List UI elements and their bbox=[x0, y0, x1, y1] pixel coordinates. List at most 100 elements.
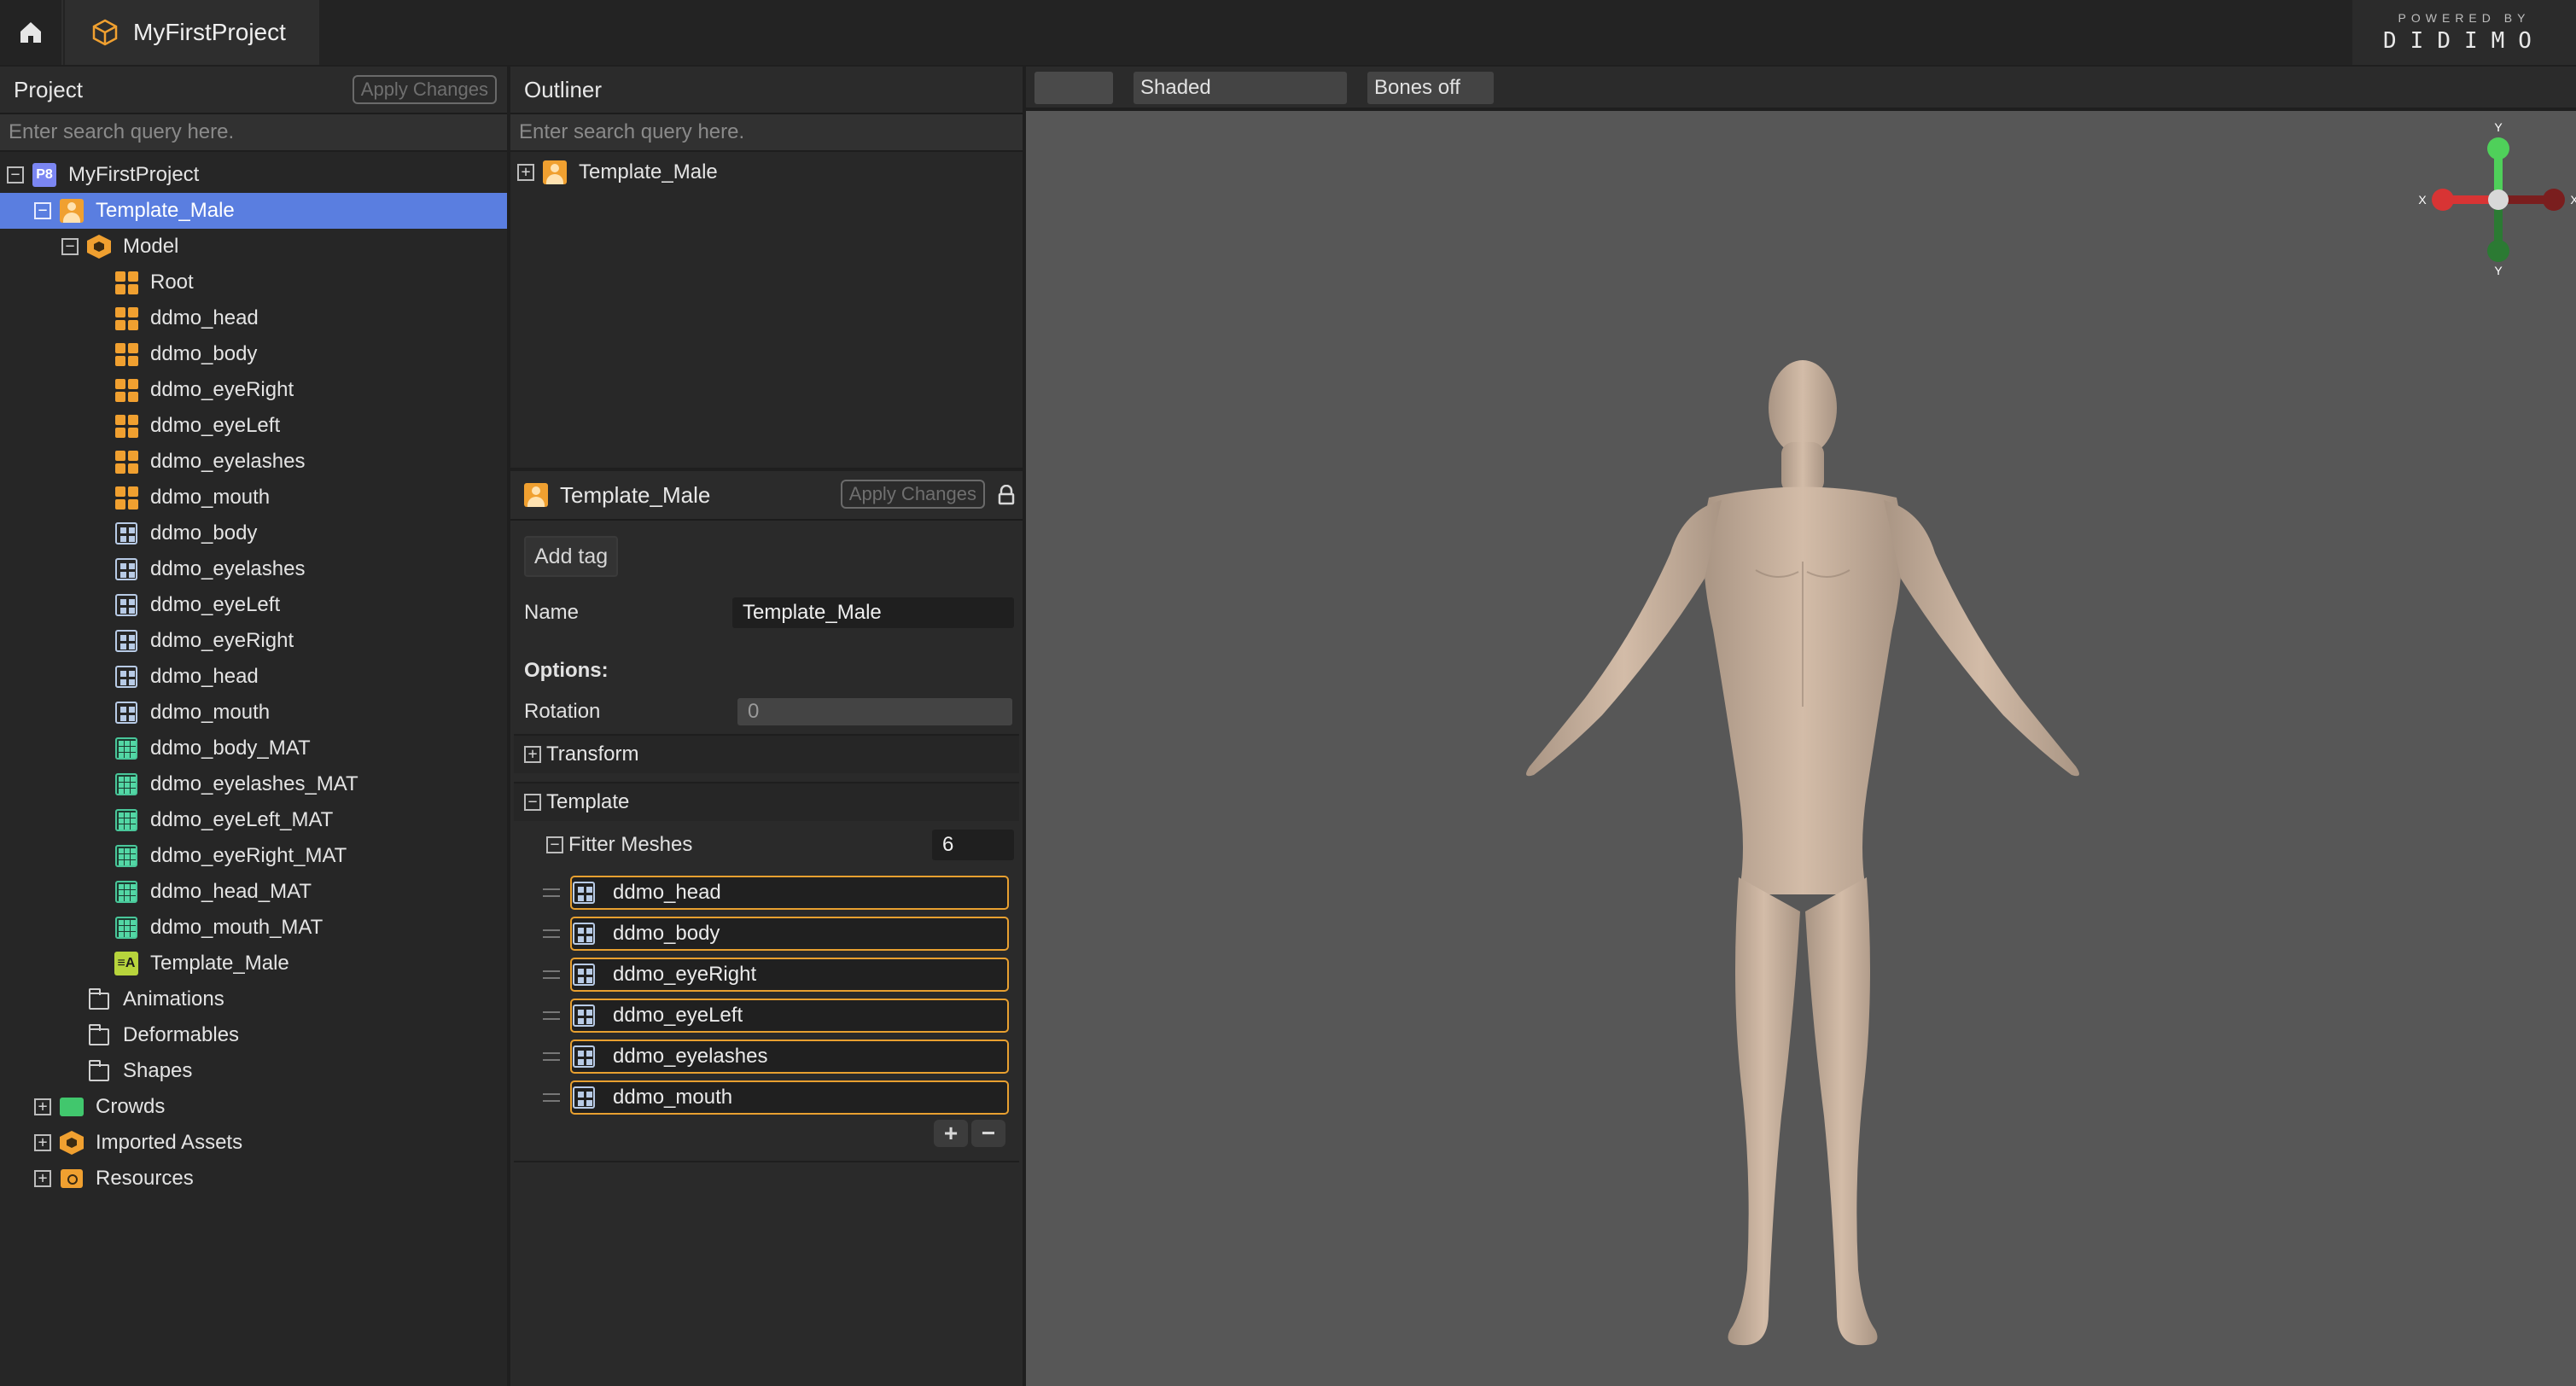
template-collapse-toggle[interactable]: − bbox=[524, 794, 541, 811]
project-tree-item[interactable]: Shapes bbox=[0, 1053, 507, 1089]
fitter-mesh-slot[interactable]: ddmo_eyeLeft bbox=[570, 999, 1009, 1033]
expand-toggle[interactable]: + bbox=[517, 164, 534, 181]
outliner-search-input[interactable]: Enter search query here. bbox=[510, 114, 1023, 152]
project-tree-item[interactable]: ddmo_body bbox=[0, 515, 507, 551]
project-tree-item[interactable]: ddmo_eyelashes bbox=[0, 444, 507, 480]
project-tree-item[interactable]: − P8 MyFirstProject bbox=[0, 157, 507, 193]
project-tree-item[interactable]: ddmo_mouth bbox=[0, 480, 507, 515]
fitter-mesh-slot[interactable]: ddmo_mouth bbox=[570, 1080, 1009, 1115]
fitter-mesh-row: ddmo_body bbox=[543, 913, 1021, 954]
project-tree-item[interactable]: ddmo_head bbox=[0, 659, 507, 695]
project-tree-item[interactable]: Root bbox=[0, 265, 507, 300]
project-tree-item[interactable]: ddmo_mouth_MAT bbox=[0, 910, 507, 946]
project-tree-item-label: ddmo_body bbox=[150, 342, 258, 365]
lock-icon[interactable] bbox=[997, 485, 1016, 505]
home-icon bbox=[20, 22, 41, 43]
drag-handle-icon[interactable] bbox=[543, 1052, 560, 1061]
fitter-mesh-slot[interactable]: ddmo_eyelashes bbox=[570, 1040, 1009, 1074]
node-orange-icon bbox=[114, 271, 138, 294]
gizmo-x-right-label: X bbox=[2570, 193, 2576, 207]
project-tree-item[interactable]: Animations bbox=[0, 981, 507, 1017]
expand-toggle[interactable]: + bbox=[34, 1134, 51, 1151]
expand-toggle[interactable]: + bbox=[34, 1098, 51, 1115]
fitter-meshes-label: Fitter Meshes bbox=[568, 833, 693, 856]
project-search-input[interactable]: Enter search query here. bbox=[0, 114, 507, 152]
drag-handle-icon[interactable] bbox=[543, 1011, 560, 1020]
node-orange-icon bbox=[114, 414, 138, 438]
node-orange-icon bbox=[114, 342, 138, 366]
add-mesh-button[interactable]: + bbox=[934, 1120, 968, 1147]
drag-handle-icon[interactable] bbox=[543, 888, 560, 897]
fitter-meshes-collapse-toggle[interactable]: − bbox=[546, 836, 563, 853]
drag-handle-icon[interactable] bbox=[543, 1093, 560, 1102]
project-tree-item-label: ddmo_body bbox=[150, 521, 258, 544]
outliner-item[interactable]: + Template_Male bbox=[510, 157, 1023, 188]
orientation-gizmo[interactable]: Y Y X X bbox=[2417, 123, 2576, 277]
project-tree-item[interactable]: ≡A Template_Male bbox=[0, 946, 507, 981]
camera-dropdown[interactable] bbox=[1034, 72, 1113, 104]
shading-mode-dropdown[interactable]: Shaded bbox=[1134, 72, 1347, 104]
template-section-header[interactable]: − Template bbox=[514, 782, 1019, 821]
collapse-toggle[interactable]: − bbox=[7, 166, 24, 183]
fitter-meshes-count-field[interactable]: 6 bbox=[932, 830, 1014, 860]
project-tree-item[interactable]: Deformables bbox=[0, 1017, 507, 1053]
project-tree-item[interactable]: ddmo_eyelashes bbox=[0, 551, 507, 587]
project-tree-item[interactable]: ddmo_eyeRight bbox=[0, 623, 507, 659]
project-tree-item-label: ddmo_mouth bbox=[150, 486, 271, 509]
project-tree-item[interactable]: − Template_Male bbox=[0, 193, 507, 229]
fitter-mesh-label: ddmo_eyeLeft bbox=[613, 1004, 743, 1027]
bones-toggle[interactable]: Bones off bbox=[1367, 72, 1494, 104]
project-tree-item[interactable]: ddmo_eyeLeft bbox=[0, 587, 507, 623]
inspector-apply-changes-button[interactable]: Apply Changes bbox=[840, 480, 985, 509]
project-tree-item[interactable]: ddmo_head bbox=[0, 300, 507, 336]
outliner-header: Outliner bbox=[510, 67, 1023, 114]
brand-powered-text: POWERED BY bbox=[2398, 11, 2531, 25]
project-tree-item[interactable]: ddmo_eyeRight_MAT bbox=[0, 838, 507, 874]
home-button[interactable] bbox=[0, 0, 63, 65]
project-tree-item[interactable]: ddmo_eyeLeft bbox=[0, 408, 507, 444]
project-panel-header: Project Apply Changes bbox=[0, 67, 507, 114]
fitter-meshes-header[interactable]: − Fitter Meshes bbox=[546, 833, 692, 857]
project-tab-label: MyFirstProject bbox=[133, 19, 286, 45]
project-tree-item[interactable]: ddmo_eyeRight bbox=[0, 372, 507, 408]
project-tree-item[interactable]: ddmo_eyeLeft_MAT bbox=[0, 802, 507, 838]
collapse-toggle[interactable]: − bbox=[34, 202, 51, 219]
project-tree-item-label: ddmo_eyeRight_MAT bbox=[150, 844, 347, 867]
collapse-toggle[interactable]: − bbox=[61, 238, 79, 255]
project-tree-item[interactable]: ddmo_body_MAT bbox=[0, 731, 507, 766]
project-tree-item-label: Resources bbox=[96, 1167, 194, 1190]
inspector-divider bbox=[514, 1161, 1019, 1162]
viewport-panel[interactable]: Shaded Bones off Y Y X X bbox=[1026, 67, 2576, 1386]
fitter-mesh-slot[interactable]: ddmo_eyeRight bbox=[570, 958, 1009, 992]
name-field[interactable]: Template_Male bbox=[732, 597, 1014, 628]
project-tree-item[interactable]: + Crowds bbox=[0, 1089, 507, 1125]
project-tree-item[interactable]: ddmo_body bbox=[0, 336, 507, 372]
mesh-icon bbox=[114, 593, 138, 617]
transform-section-header[interactable]: + Transform bbox=[514, 734, 1019, 773]
crowd-icon bbox=[60, 1095, 84, 1119]
project-tree-item-label: ddmo_eyeLeft bbox=[150, 593, 281, 616]
add-tag-button[interactable]: Add tag bbox=[524, 536, 619, 577]
project-tree-item-label: Crowds bbox=[96, 1095, 166, 1118]
fitter-mesh-slot[interactable]: ddmo_head bbox=[570, 876, 1009, 910]
project-tree-item[interactable]: + Imported Assets bbox=[0, 1125, 507, 1161]
project-tab[interactable]: MyFirstProject bbox=[65, 0, 319, 65]
drag-handle-icon[interactable] bbox=[543, 970, 560, 979]
mesh-icon bbox=[114, 701, 138, 725]
fitter-mesh-row: ddmo_mouth bbox=[543, 1077, 1021, 1118]
project-apply-changes-button[interactable]: Apply Changes bbox=[352, 75, 497, 104]
remove-mesh-button[interactable]: − bbox=[971, 1120, 1005, 1147]
resources-icon bbox=[60, 1167, 84, 1191]
project-tree-item[interactable]: ddmo_eyelashes_MAT bbox=[0, 766, 507, 802]
gizmo-y-top-label: Y bbox=[2494, 123, 2503, 134]
transform-expand-toggle[interactable]: + bbox=[524, 746, 541, 763]
project-tree-item[interactable]: + Resources bbox=[0, 1161, 507, 1197]
drag-handle-icon[interactable] bbox=[543, 929, 560, 938]
project-tree-item[interactable]: ddmo_mouth bbox=[0, 695, 507, 731]
fitter-mesh-slot[interactable]: ddmo_body bbox=[570, 917, 1009, 951]
material-icon bbox=[114, 916, 138, 940]
expand-toggle[interactable]: + bbox=[34, 1170, 51, 1187]
project-tree-item[interactable]: − Model bbox=[0, 229, 507, 265]
p8-project-icon: P8 bbox=[32, 163, 56, 187]
project-tree-item[interactable]: ddmo_head_MAT bbox=[0, 874, 507, 910]
